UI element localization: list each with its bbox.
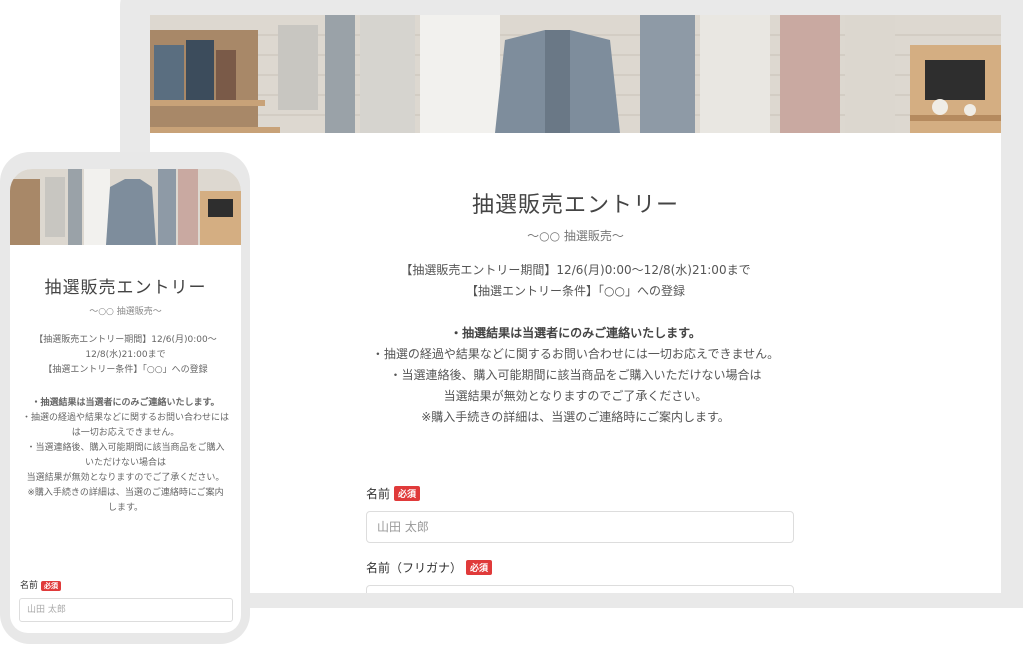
required-badge: 必須 [394,486,421,501]
mobile-name-label-text: 名前 [20,581,39,591]
required-badge: 必須 [41,581,62,591]
kana-label-text: 名前（フリガナ） [366,561,463,575]
entry-condition: 【抽選エントリー条件】「○○」への登録 [466,284,685,298]
page-subtitle: 〜○○ 抽選販売〜 [527,229,624,243]
hero-image [150,15,1001,133]
kana-input[interactable] [366,585,794,593]
mobile-entry-condition: 【抽選エントリー条件】「○○」への登録 [43,365,208,375]
mobile-screen: 抽選販売エントリー 〜○○ 抽選販売〜 【抽選販売エントリー期間】12/6(月)… [10,169,241,633]
mobile-notice-line: ※購入手続きの詳細は、当選のご連絡時にご案内 [27,488,224,498]
page-title: 抽選販売エントリー [471,193,679,218]
notice-line: ・当選連絡後、購入可能期間に該当商品をご購入いただけない場合は [389,368,762,382]
mobile-name-input[interactable]: 山田 太郎 [19,598,233,622]
name-input[interactable]: 山田 太郎 [366,511,794,543]
mobile-page-title: 抽選販売エントリー [44,278,207,298]
name-label-text: 名前 [366,487,391,501]
mobile-notice-line: いただけない場合は [84,458,166,468]
notice-bold: ・抽選結果は当選者にのみご連絡いたします。 [450,326,701,340]
mobile-notice-line: ・抽選の経過や結果などに関するお問い合わせには [21,413,229,423]
required-badge: 必須 [466,560,493,575]
kana-label: 名前（フリガナ） 必須 [366,559,493,576]
name-label: 名前 必須 [366,485,421,502]
mobile-page-subtitle: 〜○○ 抽選販売〜 [89,307,162,317]
mobile-entry-period: 12/8(水)21:00まで [85,350,166,360]
notice-line: ※購入手続きの詳細は、当選のご連絡時にご案内します。 [421,410,730,424]
mobile-notice-line: します。 [107,503,144,513]
mobile-hero-image [10,169,241,245]
desktop-screen: 抽選販売エントリー 〜○○ 抽選販売〜 【抽選販売エントリー期間】12/6(月)… [150,15,1001,593]
mobile-notice-bold: ・抽選結果は当選者にのみご連絡いたします。 [31,398,220,408]
notice-line: 当選結果が無効となりますのでご了承ください。 [443,389,708,403]
mobile-device-frame: 抽選販売エントリー 〜○○ 抽選販売〜 【抽選販売エントリー期間】12/6(月)… [0,152,250,644]
mobile-notice-line: ・当選連絡後、購入可能期間に該当商品をご購入 [26,443,225,453]
mobile-notice-line: は一切お応えできません。 [71,428,180,438]
mobile-notice-line: 当選結果が無効となりますのでご了承ください。 [26,473,225,483]
mobile-name-label: 名前 必須 [20,578,62,591]
mobile-entry-period: 【抽選販売エントリー期間】12/6(月)0:00〜 [34,335,217,345]
entry-period: 【抽選販売エントリー期間】12/6(月)0:00〜12/8(水)21:00まで [400,263,751,277]
notice-line: ・抽選の経過や結果などに関するお問い合わせには一切お応えできません。 [371,347,780,361]
